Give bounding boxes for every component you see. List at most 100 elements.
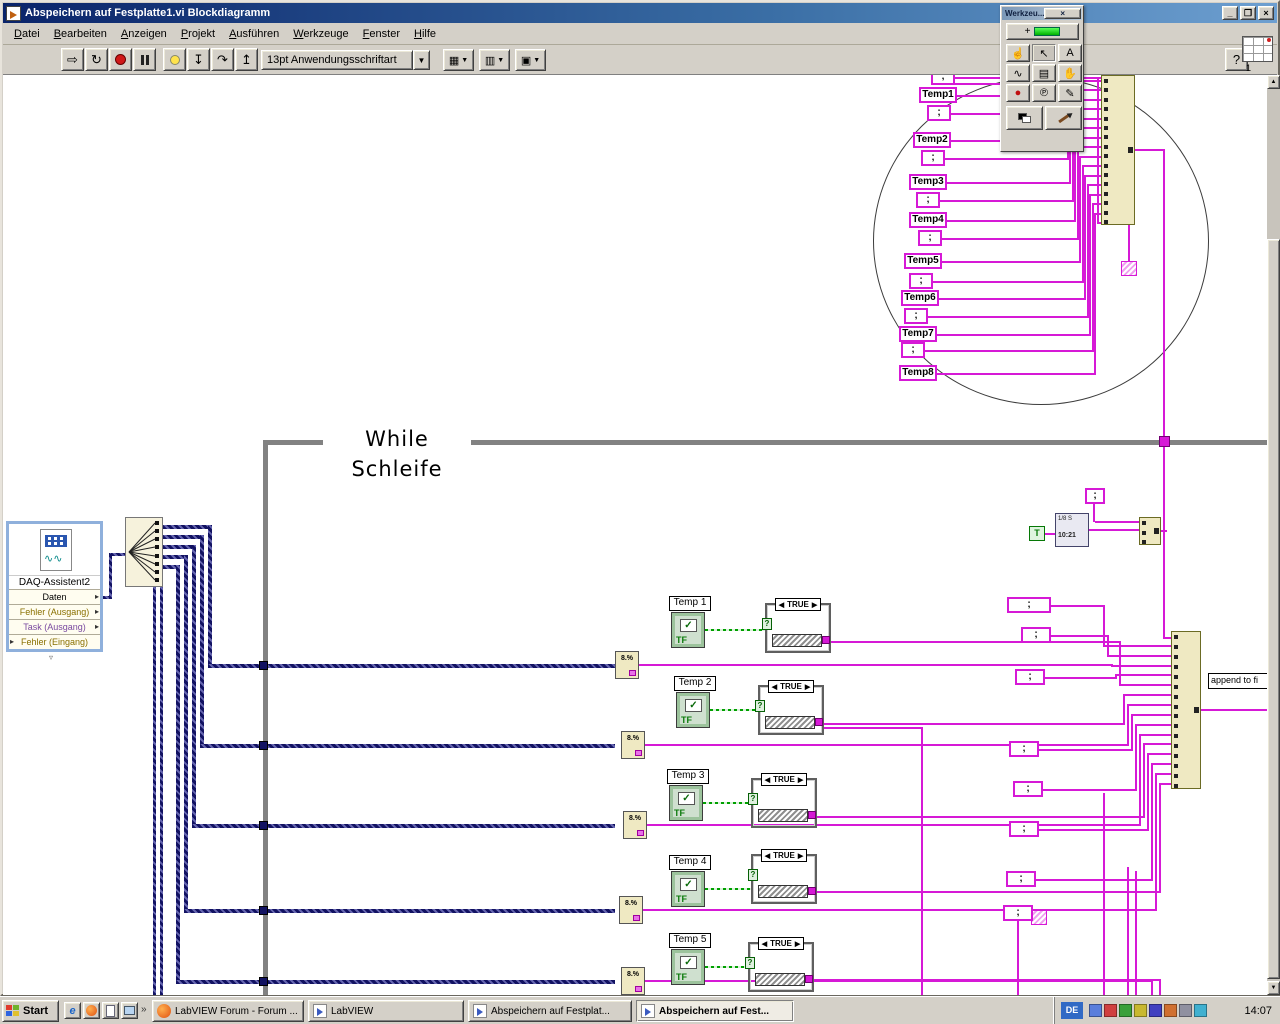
string-wire[interactable] <box>1155 773 1171 775</box>
quick-launch-overflow-chevron[interactable]: » <box>141 1004 147 1015</box>
hatched-string-constant[interactable] <box>765 716 815 729</box>
case-prev-arrow[interactable]: ◀ <box>762 940 767 948</box>
dynamic-data-wire[interactable] <box>163 555 184 559</box>
string-wire[interactable] <box>1045 533 1055 535</box>
dynamic-data-wire[interactable] <box>160 587 163 995</box>
align-objects-dropdown[interactable]: ▦ ▼ <box>443 49 474 71</box>
case-output-tunnel[interactable] <box>805 975 813 983</box>
string-wire[interactable] <box>1119 684 1171 686</box>
loop-tunnel[interactable] <box>259 977 268 986</box>
boolean-terminal[interactable]: ✓ TF <box>671 871 705 907</box>
string-wire[interactable] <box>1151 980 1153 995</box>
case-selector-label[interactable]: ◀ TRUE ▶ <box>768 680 814 693</box>
tool-scroll-button[interactable]: ✋ <box>1058 64 1082 82</box>
string-wire[interactable] <box>1089 193 1101 196</box>
tools-palette[interactable]: Werkzeu... × + ☝ ↖ A ∿ ▤ ✋ ● ℗ ✎ <box>1000 5 1084 152</box>
menu-datei[interactable]: Datei <box>7 25 47 43</box>
format-into-string-node[interactable]: 8.% <box>621 967 645 995</box>
dynamic-data-wire[interactable] <box>208 664 615 668</box>
menu-ausfhren[interactable]: Ausführen <box>222 25 286 43</box>
string-wire[interactable] <box>817 891 1159 893</box>
string-wire[interactable] <box>1094 212 1096 375</box>
string-wire[interactable] <box>947 220 1074 222</box>
block-diagram[interactable]: While Schleife ∿∿ DAQ-Assistent2 Daten ▸ F… <box>3 75 1267 995</box>
boolean-terminal[interactable]: ✓ TF <box>671 949 705 985</box>
dynamic-data-wire[interactable] <box>192 545 196 824</box>
string-wire[interactable] <box>1159 783 1161 893</box>
string-wire[interactable] <box>1135 724 1137 791</box>
string-wire[interactable] <box>1093 504 1095 522</box>
quick-launch-show-desktop[interactable] <box>121 1002 138 1019</box>
string-wire[interactable] <box>814 979 1159 981</box>
semicolon-constant[interactable]: ; <box>931 75 955 85</box>
tool-probe-button[interactable]: ℗ <box>1032 84 1056 102</box>
menu-werkzeuge[interactable]: Werkzeuge <box>286 25 355 43</box>
string-wire[interactable] <box>1096 77 1099 225</box>
string-wire[interactable] <box>1161 530 1167 532</box>
case-output-tunnel[interactable] <box>808 811 816 819</box>
semicolon-constant[interactable]: ; <box>904 308 928 324</box>
semicolon-constant[interactable]: ; <box>1009 821 1039 837</box>
string-wire[interactable] <box>939 298 1084 300</box>
case-selector-label[interactable]: ◀ TRUE ▶ <box>775 598 821 611</box>
string-wire[interactable] <box>1151 763 1171 765</box>
string-constant-temp[interactable]: Temp5 <box>904 253 942 269</box>
string-wire[interactable] <box>940 200 1072 202</box>
string-wire[interactable] <box>1139 734 1171 736</box>
string-wire[interactable] <box>1107 635 1109 657</box>
boolean-label[interactable]: Temp 1 <box>669 596 711 611</box>
tool-color-swatches-button[interactable] <box>1006 106 1043 130</box>
boolean-terminal[interactable]: ✓ TF <box>676 692 710 728</box>
scroll-up-button[interactable]: ▲ <box>1267 75 1280 89</box>
dynamic-data-wire[interactable] <box>200 535 204 744</box>
hatched-string-constant[interactable] <box>772 634 822 647</box>
boolean-wire[interactable] <box>703 802 751 804</box>
dynamic-data-wire[interactable] <box>184 555 188 909</box>
menu-projekt[interactable]: Projekt <box>174 25 222 43</box>
string-wire[interactable] <box>1036 879 1151 881</box>
menu-fenster[interactable]: Fenster <box>356 25 407 43</box>
concatenate-strings-node[interactable] <box>1139 517 1161 545</box>
string-constant-temp[interactable]: Temp8 <box>899 365 937 381</box>
semicolon-constant[interactable]: ; <box>1006 871 1036 887</box>
loop-tunnel[interactable] <box>259 821 268 830</box>
case-selector-label[interactable]: ◀ TRUE ▶ <box>758 937 804 950</box>
semicolon-constant[interactable]: ; <box>909 273 933 289</box>
dynamic-data-wire[interactable] <box>109 553 112 599</box>
semicolon-constant[interactable]: ; <box>1003 905 1033 921</box>
string-wire[interactable] <box>1103 793 1105 995</box>
semicolon-constant[interactable]: ; <box>1013 781 1043 797</box>
tray-icon-5[interactable] <box>1149 1004 1162 1017</box>
split-signals-node[interactable] <box>125 517 163 587</box>
run-button[interactable]: ⇨ <box>61 48 84 71</box>
string-constant-temp[interactable]: Temp1 <box>919 87 957 103</box>
case-selector-terminal[interactable]: ? <box>755 700 765 712</box>
string-wire[interactable] <box>1163 149 1165 638</box>
string-wire[interactable] <box>1135 149 1163 151</box>
hatched-string-constant[interactable] <box>755 973 805 986</box>
tray-icon-1[interactable] <box>1089 1004 1102 1017</box>
while-loop-label[interactable]: While Schleife <box>323 424 471 481</box>
string-wire[interactable] <box>1086 184 1101 187</box>
boolean-wire[interactable] <box>710 709 758 711</box>
string-wire[interactable] <box>1123 694 1125 725</box>
hatched-string-constant[interactable] <box>758 809 808 822</box>
string-wire[interactable] <box>1039 829 1147 831</box>
daq-expander[interactable]: ▿ <box>49 653 53 662</box>
semicolon-constant[interactable]: ; <box>1085 488 1105 504</box>
tools-palette-titlebar[interactable]: Werkzeu... × <box>1002 7 1082 20</box>
string-wire[interactable] <box>1143 743 1145 818</box>
daq-port-fehler--eingang-[interactable]: Fehler (Eingang) ▸ <box>9 634 100 649</box>
string-wire[interactable] <box>1051 605 1103 607</box>
boolean-label[interactable]: Temp 3 <box>667 769 709 784</box>
vertical-scrollbar[interactable]: ▲ ▼ <box>1267 75 1280 995</box>
case-selector-terminal[interactable]: ? <box>748 793 758 805</box>
case-selector-terminal[interactable]: ? <box>745 957 755 969</box>
string-wire[interactable] <box>937 373 1094 375</box>
hatched-string-constant[interactable] <box>1121 261 1137 276</box>
case-selector-terminal[interactable]: ? <box>748 869 758 881</box>
string-wire[interactable] <box>1147 753 1171 755</box>
loop-tunnel[interactable] <box>259 741 268 750</box>
string-wire[interactable] <box>933 281 1082 283</box>
tray-icon-4[interactable] <box>1134 1004 1147 1017</box>
